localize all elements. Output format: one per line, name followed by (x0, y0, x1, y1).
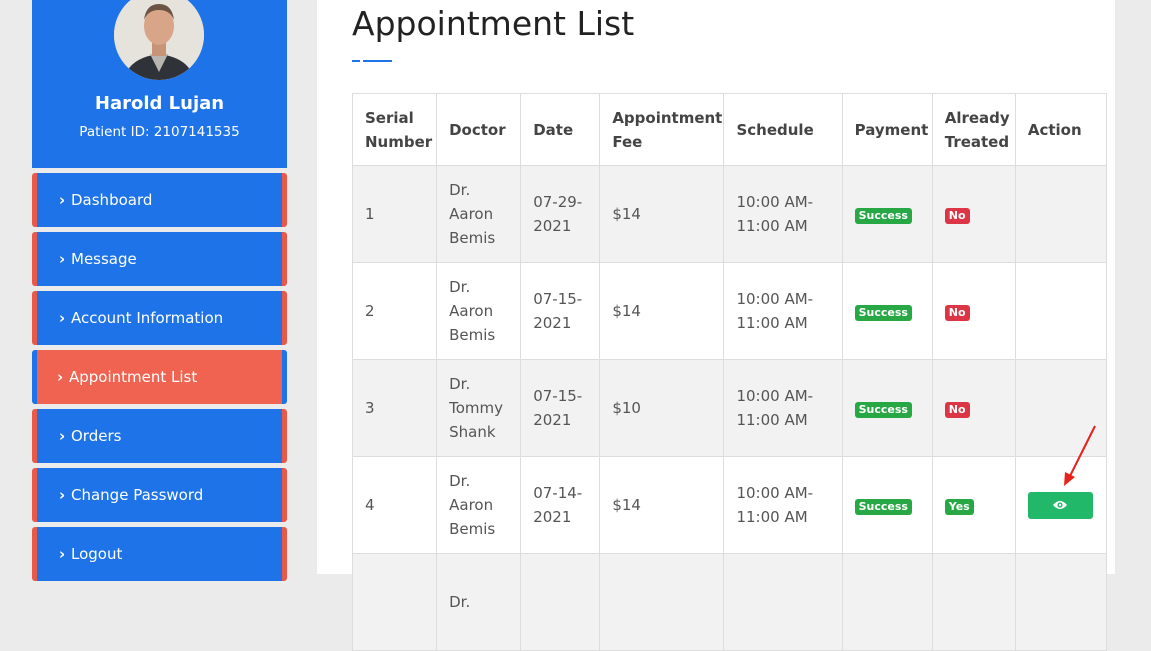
annotation-arrow-icon (1064, 425, 1096, 486)
schedule-cell: 10:00 AM- 11:00 AM (723, 456, 843, 554)
treated-status-badge: Yes (944, 499, 974, 515)
date-cell: 07-29- 2021 (520, 165, 601, 263)
serial-cell: 3 (351, 359, 438, 457)
schedule-cell: 10:00 AM- 11:00 AM (723, 359, 843, 457)
sidebar-item-label: Message (71, 250, 137, 268)
action-cell (1014, 262, 1108, 360)
treated-cell: No (931, 262, 1016, 360)
avatar (114, 0, 204, 80)
sidebar-item-label: Orders (71, 427, 122, 445)
page-title: Appointment List (352, 4, 635, 43)
chevron-right-icon: › (59, 486, 66, 504)
payment-status-badge: Success (854, 208, 912, 224)
eye-icon (1053, 501, 1068, 509)
doctor-cell: Dr. (436, 553, 522, 651)
fee-cell: $14 (599, 456, 725, 554)
fee-cell: $14 (599, 262, 725, 360)
payment-status-badge: Success (854, 499, 912, 515)
serial-cell: 1 (351, 165, 438, 263)
schedule-cell: 10:00 AM- 11:00 AM (723, 165, 843, 263)
sidebar-item-label: Account Information (71, 309, 224, 327)
date-cell: 07-14- 2021 (520, 456, 601, 554)
treated-cell: No (931, 165, 1016, 263)
doctor-cell: Dr. Aaron Bemis (436, 456, 522, 554)
payment-status-badge: Success (854, 402, 912, 418)
doctor-cell: Dr. Tommy Shank (436, 359, 522, 457)
sidebar-item-account-information[interactable]: › Account Information (32, 291, 287, 345)
schedule-cell (723, 553, 843, 651)
chevron-right-icon: › (59, 309, 66, 327)
table-row: Dr. (351, 553, 1108, 651)
view-appointment-button[interactable] (1027, 491, 1093, 519)
payment-cell (841, 553, 933, 651)
payment-cell: Success (841, 456, 933, 554)
chevron-right-icon: › (59, 427, 66, 445)
doctor-cell: Dr. Aaron Bemis (436, 165, 522, 263)
serial-cell (351, 553, 438, 651)
column-header-treated: Already Treated (931, 93, 1016, 166)
table-row: 3 Dr. Tommy Shank 07-15- 2021 $10 10:00 AM-… (351, 359, 1108, 457)
doctor-cell: Dr. Aaron Bemis (436, 262, 522, 360)
date-cell: 07-15- 2021 (520, 262, 601, 360)
chevron-right-icon: › (59, 250, 66, 268)
fee-cell (599, 553, 725, 651)
sidebar-item-appointment-list[interactable]: › Appointment List (32, 350, 287, 404)
treated-status-badge: No (944, 305, 970, 321)
sidebar-item-label: Dashboard (71, 191, 153, 209)
treated-cell (931, 553, 1016, 651)
chevron-right-icon: › (59, 545, 66, 563)
column-header-doctor: Doctor (436, 93, 522, 166)
profile-card: Harold Lujan Patient ID: 2107141535 (32, 0, 287, 168)
table-row: 1 Dr. Aaron Bemis 07-29- 2021 $14 10:00 AM-… (351, 165, 1108, 263)
column-header-action: Action (1014, 93, 1108, 166)
sidebar-item-message[interactable]: › Message (32, 232, 287, 286)
sidebar-item-label: Appointment List (69, 368, 198, 386)
column-header-payment: Payment (841, 93, 933, 166)
chevron-right-icon: › (59, 191, 66, 209)
sidebar-item-logout[interactable]: › Logout (32, 527, 287, 581)
treated-cell: Yes (931, 456, 1016, 554)
patient-name: Harold Lujan (94, 93, 225, 114)
column-header-fee: Appointment Fee (599, 93, 725, 166)
date-cell (520, 553, 601, 651)
sidebar-item-label: Logout (71, 545, 123, 563)
action-cell (1014, 165, 1108, 263)
column-header-schedule: Schedule (723, 93, 843, 166)
treated-status-badge: No (944, 208, 970, 224)
page-background-right (1115, 0, 1151, 574)
payment-cell: Success (841, 165, 933, 263)
serial-cell: 4 (351, 456, 438, 554)
patient-id: Patient ID: 2107141535 (79, 124, 240, 140)
appointment-table: Serial Number Doctor Date Appointment Fee … (351, 93, 1108, 651)
payment-cell: Success (841, 359, 933, 457)
fee-cell: $10 (599, 359, 725, 457)
schedule-cell: 10:00 AM- 11:00 AM (723, 262, 843, 360)
treated-cell: No (931, 359, 1016, 457)
title-underline (352, 60, 392, 62)
sidebar-item-orders[interactable]: › Orders (32, 409, 287, 463)
serial-cell: 2 (351, 262, 438, 360)
column-header-serial: Serial Number (351, 93, 438, 166)
payment-status-badge: Success (854, 305, 912, 321)
treated-status-badge: No (944, 402, 970, 418)
action-cell (1014, 553, 1108, 651)
sidebar-nav: › Dashboard › Message › Account Information… (32, 173, 287, 586)
sidebar-item-dashboard[interactable]: › Dashboard (32, 173, 287, 227)
table-header-row: Serial Number Doctor Date Appointment Fee … (351, 93, 1108, 166)
sidebar-item-change-password[interactable]: › Change Password (32, 468, 287, 522)
main-content: Appointment List Serial Number Doctor Dat… (317, 0, 1115, 651)
fee-cell: $14 (599, 165, 725, 263)
table-row: 4 Dr. Aaron Bemis 07-14- 2021 $14 10:00 AM-… (351, 456, 1108, 554)
sidebar-item-label: Change Password (71, 486, 204, 504)
chevron-right-icon: › (57, 368, 64, 386)
payment-cell: Success (841, 262, 933, 360)
column-header-date: Date (520, 93, 601, 166)
date-cell: 07-15- 2021 (520, 359, 601, 457)
table-row: 2 Dr. Aaron Bemis 07-15- 2021 $14 10:00 AM-… (351, 262, 1108, 360)
